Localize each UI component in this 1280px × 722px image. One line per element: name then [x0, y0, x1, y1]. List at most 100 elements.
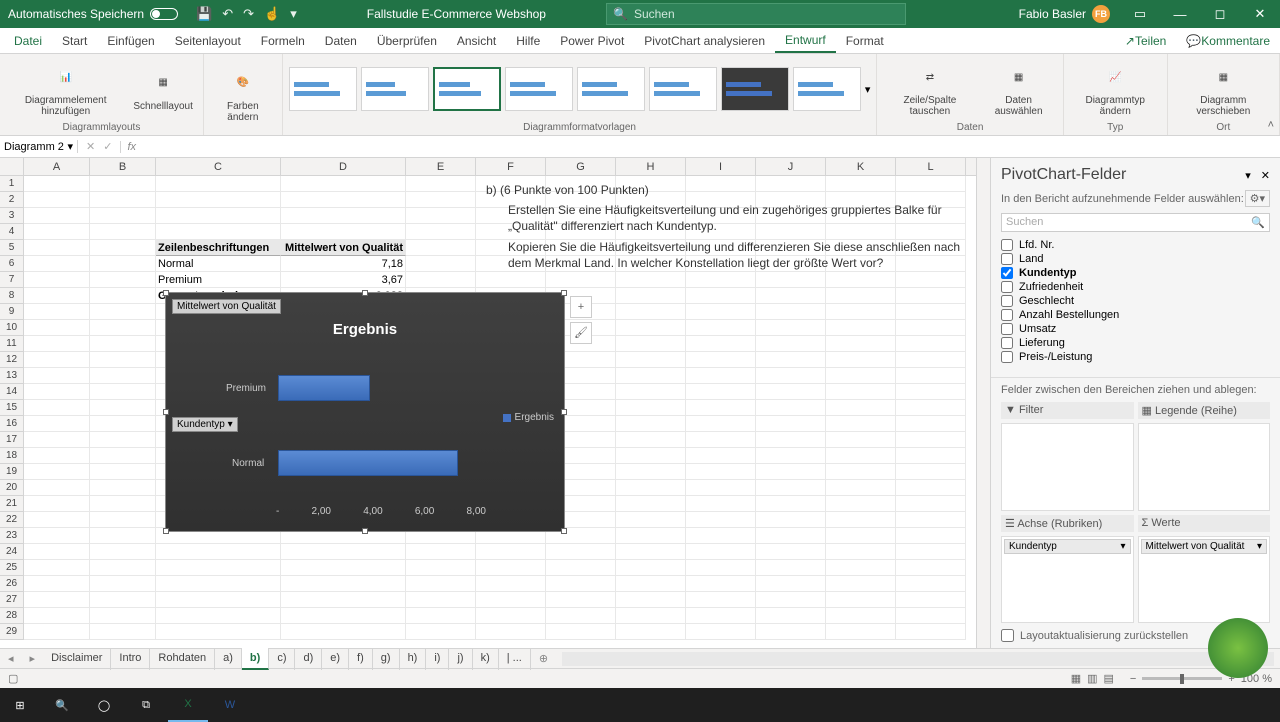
cell[interactable]	[156, 192, 281, 208]
cell[interactable]	[756, 432, 826, 448]
cell[interactable]	[24, 624, 90, 640]
more-icon[interactable]: ▾	[290, 6, 297, 22]
cell[interactable]	[156, 544, 281, 560]
cell[interactable]	[756, 560, 826, 576]
axis-field-pill[interactable]: Kundentyp ▾	[172, 417, 238, 432]
row-header[interactable]: 19	[0, 464, 24, 480]
cell[interactable]	[896, 368, 966, 384]
field-item[interactable]: Umsatz	[1001, 322, 1270, 336]
cell[interactable]	[616, 352, 686, 368]
cell[interactable]	[156, 224, 281, 240]
tab-entwurf[interactable]: Entwurf	[775, 28, 836, 53]
cell[interactable]	[756, 288, 826, 304]
cell[interactable]	[24, 240, 90, 256]
cell[interactable]	[476, 592, 546, 608]
field-checkbox[interactable]	[1001, 267, 1013, 279]
row-header[interactable]: 5	[0, 240, 24, 256]
cortana-icon[interactable]: ◯	[84, 688, 124, 722]
cell[interactable]	[896, 576, 966, 592]
cell[interactable]	[24, 592, 90, 608]
cell[interactable]	[756, 480, 826, 496]
chart-styles-gallery[interactable]: ▾	[289, 56, 871, 122]
sheet-tab[interactable]: b)	[242, 648, 269, 670]
cell[interactable]	[406, 256, 476, 272]
cell[interactable]	[90, 272, 156, 288]
sheet-nav-prev[interactable]: ◂	[0, 652, 22, 665]
cell[interactable]	[686, 432, 756, 448]
row-header[interactable]: 10	[0, 320, 24, 336]
cell[interactable]	[156, 208, 281, 224]
cell[interactable]	[686, 320, 756, 336]
field-checkbox[interactable]	[1001, 323, 1013, 335]
row-header[interactable]: 13	[0, 368, 24, 384]
user-account[interactable]: Fabio Basler FB	[1009, 5, 1120, 23]
axis-chip[interactable]: Kundentyp▾	[1004, 539, 1131, 554]
cell[interactable]	[476, 544, 546, 560]
cell[interactable]	[896, 304, 966, 320]
field-checkbox[interactable]	[1001, 239, 1013, 251]
sheet-tab[interactable]: Rohdaten	[150, 648, 215, 670]
column-header[interactable]: H	[616, 158, 686, 175]
tab-analysieren[interactable]: PivotChart analysieren	[634, 28, 775, 53]
cell[interactable]	[756, 384, 826, 400]
cell[interactable]	[896, 416, 966, 432]
cell[interactable]	[826, 528, 896, 544]
cell[interactable]	[826, 368, 896, 384]
style-thumb[interactable]	[721, 67, 789, 111]
cell[interactable]	[24, 448, 90, 464]
page-break-icon[interactable]: ▤	[1104, 672, 1114, 685]
cell[interactable]	[90, 416, 156, 432]
cell[interactable]	[616, 400, 686, 416]
cell[interactable]	[686, 352, 756, 368]
cell[interactable]	[406, 544, 476, 560]
cell[interactable]	[826, 400, 896, 416]
share-button[interactable]: ↗ Teilen	[1115, 28, 1176, 53]
column-header[interactable]: G	[546, 158, 616, 175]
tab-start[interactable]: Start	[52, 28, 97, 53]
value-field-pill[interactable]: Mittelwert von Qualität	[172, 299, 281, 314]
column-header[interactable]: F	[476, 158, 546, 175]
defer-checkbox[interactable]	[1001, 629, 1014, 642]
cell[interactable]	[90, 464, 156, 480]
cell[interactable]	[90, 448, 156, 464]
sheet-tab[interactable]: k)	[473, 648, 499, 670]
cell[interactable]	[24, 192, 90, 208]
sheet-tab[interactable]: | ...	[499, 648, 531, 670]
row-header[interactable]: 11	[0, 336, 24, 352]
cell[interactable]	[896, 496, 966, 512]
cell[interactable]	[90, 528, 156, 544]
row-header[interactable]: 18	[0, 448, 24, 464]
cell[interactable]	[756, 496, 826, 512]
zoom-slider[interactable]	[1142, 677, 1222, 680]
field-checkbox[interactable]	[1001, 295, 1013, 307]
cell[interactable]	[406, 608, 476, 624]
cell[interactable]: 3,67	[281, 272, 406, 288]
cell[interactable]	[476, 576, 546, 592]
cell[interactable]	[406, 192, 476, 208]
tab-formeln[interactable]: Formeln	[251, 28, 315, 53]
cell[interactable]	[686, 384, 756, 400]
cell[interactable]	[896, 624, 966, 640]
cell[interactable]	[756, 624, 826, 640]
add-sheet-icon[interactable]: ⊕	[531, 652, 556, 665]
row-header[interactable]: 3	[0, 208, 24, 224]
sheet-nav-next[interactable]: ▸	[22, 652, 44, 665]
cell[interactable]	[756, 368, 826, 384]
field-item[interactable]: Lieferung	[1001, 336, 1270, 350]
style-thumb[interactable]	[505, 67, 573, 111]
tab-hilfe[interactable]: Hilfe	[506, 28, 550, 53]
cell[interactable]	[826, 576, 896, 592]
pivot-chart[interactable]: Mittelwert von Qualität Kundentyp ▾ Erge…	[165, 292, 565, 532]
cell[interactable]	[90, 384, 156, 400]
cell[interactable]	[896, 480, 966, 496]
row-header[interactable]: 15	[0, 400, 24, 416]
cell[interactable]	[90, 176, 156, 192]
cell[interactable]	[896, 512, 966, 528]
row-header[interactable]: 7	[0, 272, 24, 288]
close-pane-icon[interactable]: ✕	[1261, 169, 1270, 182]
vertical-scrollbar[interactable]	[976, 158, 990, 648]
cell[interactable]	[686, 464, 756, 480]
cell[interactable]	[24, 288, 90, 304]
cell[interactable]	[90, 608, 156, 624]
cell[interactable]	[546, 544, 616, 560]
